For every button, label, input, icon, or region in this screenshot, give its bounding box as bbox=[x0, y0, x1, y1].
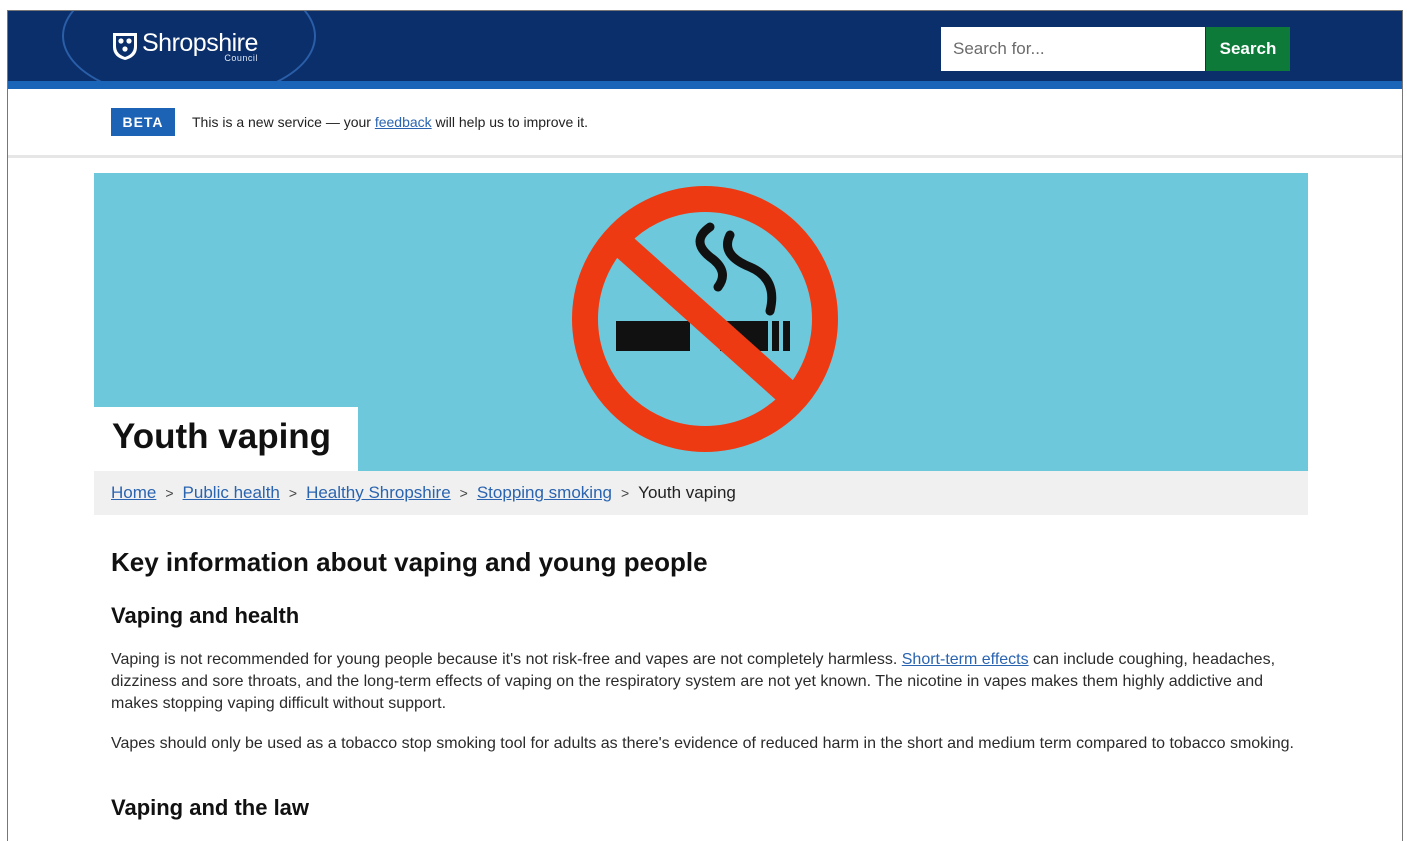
beta-banner: BETA This is a new service — your feedba… bbox=[8, 89, 1402, 158]
breadcrumb-separator: > bbox=[620, 485, 630, 501]
breadcrumb-stopping-smoking[interactable]: Stopping smoking bbox=[477, 483, 612, 503]
short-term-effects-link[interactable]: Short-term effects bbox=[902, 651, 1029, 668]
page-title: Youth vaping bbox=[112, 417, 332, 456]
feedback-link[interactable]: feedback bbox=[375, 114, 432, 130]
breadcrumb-home[interactable]: Home bbox=[111, 483, 156, 503]
council-crest-icon bbox=[113, 33, 137, 60]
search-input[interactable] bbox=[941, 27, 1205, 71]
paragraph-adults: Vapes should only be used as a tobacco s… bbox=[111, 735, 1294, 752]
browser-viewport: Shropshire Council Search BETA This is a… bbox=[7, 10, 1403, 841]
shropshire-council-logo[interactable]: Shropshire Council bbox=[112, 31, 258, 63]
site-header: Shropshire Council Search bbox=[8, 11, 1402, 101]
breadcrumb-separator: > bbox=[165, 485, 174, 501]
search-button[interactable]: Search bbox=[1206, 27, 1290, 71]
breadcrumb-separator: > bbox=[459, 485, 468, 501]
beta-message: This is a new service — your feedback wi… bbox=[192, 114, 588, 130]
header-stripe bbox=[8, 81, 1402, 89]
section-heading-law: Vaping and the law bbox=[111, 795, 310, 820]
main-content: Key information about vaping and young p… bbox=[111, 547, 1301, 820]
breadcrumb-separator: > bbox=[288, 485, 298, 501]
no-smoking-icon bbox=[572, 186, 838, 452]
breadcrumb: Home > Public health > Healthy Shropshir… bbox=[94, 471, 1308, 515]
hero-banner: Youth vaping bbox=[94, 173, 1308, 471]
beta-text-before: This is a new service — your bbox=[192, 114, 375, 130]
title-box: Youth vaping bbox=[94, 407, 358, 471]
beta-text-after: will help us to improve it. bbox=[431, 114, 589, 130]
paragraph-health: Vaping is not recommended for young peop… bbox=[111, 649, 1301, 715]
breadcrumb-healthy-shropshire[interactable]: Healthy Shropshire bbox=[306, 483, 451, 503]
breadcrumb-current: Youth vaping bbox=[638, 483, 736, 502]
content-heading: Key information about vaping and young p… bbox=[111, 547, 708, 577]
breadcrumb-public-health[interactable]: Public health bbox=[183, 483, 280, 503]
para1-text-before: Vaping is not recommended for young peop… bbox=[111, 651, 902, 668]
logo-subtitle: Council bbox=[224, 53, 258, 63]
section-heading-health: Vaping and health bbox=[111, 603, 300, 628]
beta-tag: BETA bbox=[111, 108, 175, 136]
